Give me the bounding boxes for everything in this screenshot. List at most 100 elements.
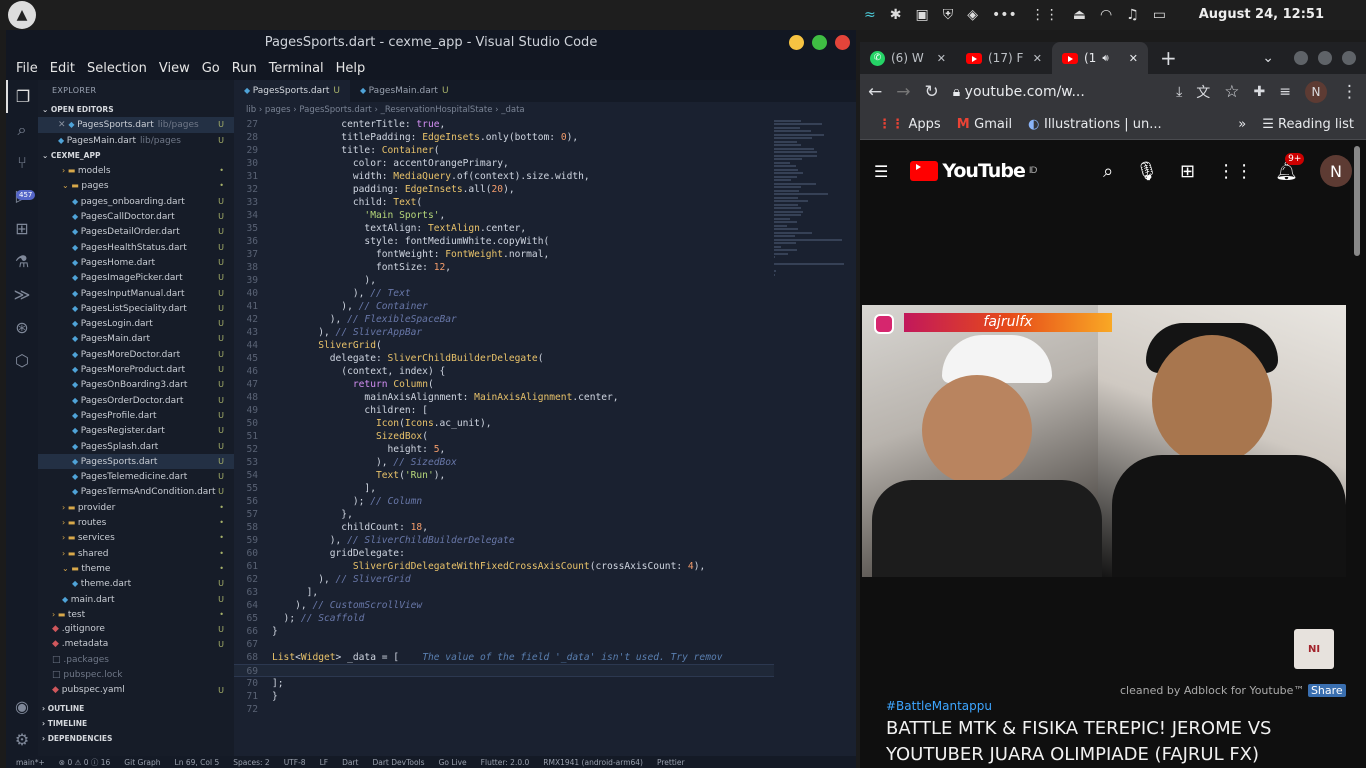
project-root[interactable]: ⌄ CEXME_APP <box>38 148 234 163</box>
minimize-button[interactable] <box>789 35 804 50</box>
tree-item[interactable]: ◆ .gitignore U <box>38 622 234 637</box>
code-line[interactable]: 41 ), // Container <box>234 300 774 313</box>
code-line[interactable]: 47 return Column( <box>234 378 774 391</box>
extensions-icon[interactable]: ⊞ <box>6 212 38 245</box>
tree-item[interactable]: ◆ PagesInputManual.dart U <box>38 286 234 301</box>
code-line[interactable]: 49 children: [ <box>234 404 774 417</box>
menu-help[interactable]: Help <box>330 61 372 76</box>
code-line[interactable]: 66} <box>234 625 774 638</box>
timeline-section[interactable]: › TIMELINE <box>38 716 234 731</box>
channel-watermark[interactable]: NI <box>1294 629 1334 669</box>
tree-item[interactable]: › ▬ shared • <box>38 546 234 561</box>
tree-item[interactable]: ◆ PagesOnBoarding3.dart U <box>38 377 234 392</box>
code-line[interactable]: 35 textAlign: TextAlign.center, <box>234 222 774 235</box>
gpu-icon[interactable]: ◈ <box>967 7 978 23</box>
menu-kebab-icon[interactable]: ⋮ <box>1341 82 1358 102</box>
status-item[interactable]: Ln 69, Col 5 <box>175 758 220 767</box>
minimap[interactable] <box>774 118 854 276</box>
tree-item[interactable]: ◆ PagesSports.dart U <box>38 453 234 470</box>
dependencies-section[interactable]: › DEPENDENCIES <box>38 731 234 746</box>
live-share-icon[interactable]: ⬡ <box>6 344 38 377</box>
maximize-button[interactable] <box>812 35 827 50</box>
code-line[interactable]: 33 child: Text( <box>234 196 774 209</box>
browser-tab[interactable]: (17) F ✕ <box>956 42 1052 74</box>
testing-icon[interactable]: ⚗ <box>6 245 38 278</box>
breadcrumb[interactable]: lib › pages › PagesSports.dart › _Reserv… <box>234 102 856 118</box>
menu-terminal[interactable]: Terminal <box>263 61 330 76</box>
tree-item[interactable]: ◆ PagesCallDoctor.dart U <box>38 209 234 224</box>
code-line[interactable]: 63 ], <box>234 586 774 599</box>
extensions-puzzle-icon[interactable]: ✚ <box>1254 84 1266 100</box>
status-item[interactable]: Go Live <box>439 758 467 767</box>
clipboard-icon[interactable]: ▣ <box>915 7 928 23</box>
tree-item[interactable]: ◆ .metadata U <box>38 637 234 652</box>
status-item[interactable]: Dart <box>342 758 358 767</box>
tree-item[interactable]: ⌄ ▬ theme • <box>38 561 234 576</box>
code-line[interactable]: 60 gridDelegate: <box>234 547 774 560</box>
status-item[interactable]: Dart DevTools <box>372 758 424 767</box>
system-clock[interactable]: August 24, 12:51 <box>1199 7 1324 22</box>
app-indicator-icon[interactable]: ≈ <box>864 7 876 23</box>
code-line[interactable]: 64 ), // CustomScrollView <box>234 599 774 612</box>
code-line[interactable]: 45 delegate: SliverChildBuilderDelegate( <box>234 352 774 365</box>
code-line[interactable]: 44 SliverGrid( <box>234 339 774 352</box>
microphone-icon[interactable]: 🎙︎ <box>1135 161 1158 182</box>
window-min-button[interactable] <box>1294 51 1308 65</box>
media-control-icon[interactable]: ≡ <box>1279 84 1291 100</box>
tree-item[interactable]: ◆ PagesTelemedicine.dart U <box>38 469 234 484</box>
code-line[interactable]: 72 <box>234 703 774 716</box>
open-editor-item[interactable]: ✕ ◆ PagesSports.dart lib/pages U <box>38 117 234 133</box>
tree-item[interactable]: ◆ PagesRegister.dart U <box>38 423 234 438</box>
apps-grid-icon[interactable]: ⋮⋮ <box>1217 161 1253 182</box>
menu-edit[interactable]: Edit <box>44 61 81 76</box>
tree-item[interactable]: □ pubspec.lock <box>38 668 234 683</box>
create-video-icon[interactable]: ⊞ <box>1180 161 1195 182</box>
code-line[interactable]: 32 padding: EdgeInsets.all(20), <box>234 183 774 196</box>
tree-item[interactable]: › ▬ provider • <box>38 500 234 515</box>
code-line[interactable]: 57 }, <box>234 508 774 521</box>
tab-close-icon[interactable]: ✕ <box>1033 52 1042 65</box>
browser-tab[interactable]: (1 🔊︎ ✕ <box>1052 42 1148 74</box>
tab-close-icon[interactable]: ✕ <box>1129 52 1138 65</box>
code-line[interactable]: 27 centerTitle: true, <box>234 118 774 131</box>
tree-item[interactable]: ◆ PagesMain.dart U <box>38 331 234 346</box>
status-item[interactable]: Prettier <box>657 758 685 767</box>
status-item[interactable]: Flutter: 2.0.0 <box>481 758 530 767</box>
code-line[interactable]: 55 ], <box>234 482 774 495</box>
hamburger-menu-icon[interactable]: ☰ <box>874 162 888 181</box>
tree-item[interactable]: ◆ PagesHome.dart U <box>38 255 234 270</box>
code-line[interactable]: 58 childCount: 18, <box>234 521 774 534</box>
code-line[interactable]: 28 titlePadding: EdgeInsets.only(bottom:… <box>234 131 774 144</box>
menu-run[interactable]: Run <box>226 61 263 76</box>
tree-item[interactable]: ◆ PagesOrderDoctor.dart U <box>38 393 234 408</box>
status-item[interactable]: main*+ <box>16 758 45 767</box>
outline-section[interactable]: › OUTLINE <box>38 701 234 716</box>
battery-icon[interactable]: ▭ <box>1153 7 1166 23</box>
code-line[interactable]: 42 ), // FlexibleSpaceBar <box>234 313 774 326</box>
code-line[interactable]: 68 List<Widget> _data = [ The value of th… <box>234 651 774 664</box>
code-line[interactable]: 37 fontWeight: FontWeight.normal, <box>234 248 774 261</box>
menu-file[interactable]: File <box>10 61 44 76</box>
status-item[interactable]: UTF-8 <box>284 758 306 767</box>
tree-item[interactable]: ◆ theme.dart U <box>38 576 234 591</box>
install-icon[interactable]: ⤓ <box>1176 84 1182 100</box>
code-line[interactable]: 40 ), // Text <box>234 287 774 300</box>
profile-avatar[interactable]: N <box>1305 81 1327 103</box>
status-item[interactable]: Git Graph <box>124 758 160 767</box>
code-line[interactable]: 30 color: accentOrangePrimary, <box>234 157 774 170</box>
video-player[interactable]: fajrulfx <box>862 305 1346 577</box>
code-line[interactable]: 71} <box>234 690 774 703</box>
menu-selection[interactable]: Selection <box>81 61 153 76</box>
tree-item[interactable]: ◆ PagesLogin.dart U <box>38 316 234 331</box>
address-bar[interactable]: 🔒︎ youtube.com/w... <box>953 84 1162 100</box>
window-close-button[interactable] <box>1342 51 1356 65</box>
code-line[interactable]: 62 ), // SliverGrid <box>234 573 774 586</box>
video-hashtag[interactable]: #BattleMantappu <box>886 699 992 713</box>
bluetooth-icon[interactable]: ✱ <box>890 7 902 23</box>
status-item[interactable]: LF <box>320 758 329 767</box>
notifications-bell-icon[interactable]: 🔔︎ 9+ <box>1275 152 1305 182</box>
tree-item[interactable]: › ▬ models • <box>38 163 234 178</box>
explorer-icon[interactable]: ❐ <box>6 80 38 113</box>
tree-item[interactable]: ◆ PagesDetailOrder.dart U <box>38 224 234 239</box>
share-button[interactable]: Share <box>1307 684 1346 697</box>
